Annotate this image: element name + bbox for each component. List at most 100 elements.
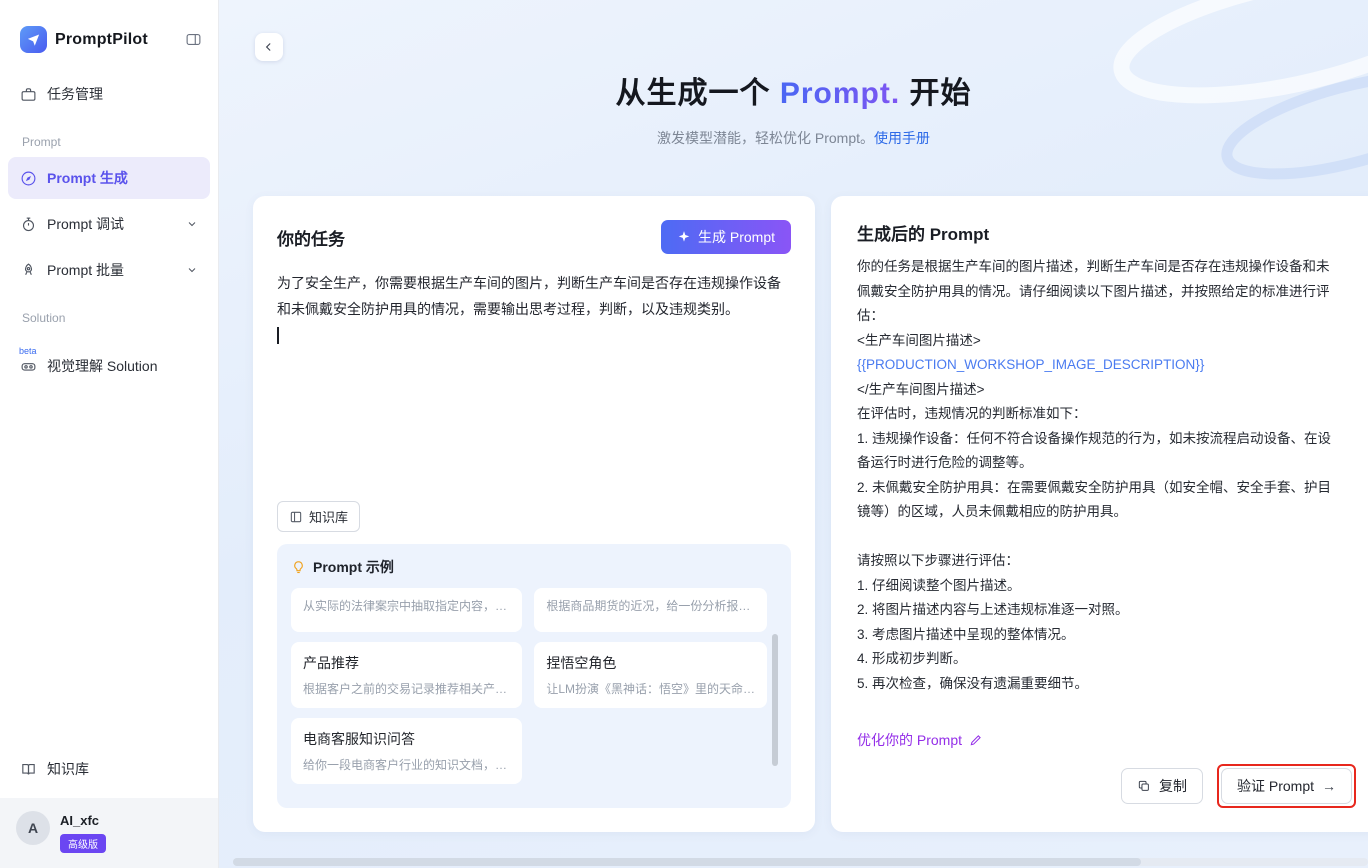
section-label-prompt: Prompt <box>8 119 210 157</box>
optimize-prompt-link[interactable]: 优化你的 Prompt <box>857 730 983 750</box>
generate-prompt-button[interactable]: 生成 Prompt <box>661 220 791 254</box>
prompt-batch-icon <box>20 262 37 279</box>
prompt-line: <生产车间图片描述> <box>857 329 1356 354</box>
example-card[interactable]: 电商客服知识问答 给你一段电商客户行业的知识文档，… <box>291 718 522 784</box>
generate-prompt-label: 生成 Prompt <box>698 227 775 247</box>
copy-icon <box>1137 779 1151 793</box>
prompt-line: 你的任务是根据生产车间的图片描述，判断生产车间是否存在违规操作设备和未 <box>857 255 1356 280</box>
generated-prompt-card: 生成后的 Prompt 你的任务是根据生产车间的图片描述，判断生产车间是否存在违… <box>831 196 1368 832</box>
back-button[interactable] <box>255 33 283 61</box>
chevron-down-icon[interactable] <box>186 218 198 230</box>
verify-prompt-label: 验证 Prompt <box>1237 776 1314 796</box>
app-name: PromptPilot <box>55 31 177 49</box>
panel-toggle-icon[interactable] <box>185 31 202 48</box>
subtitle-text: 激发模型潜能，轻松优化 Prompt。 <box>657 130 874 146</box>
example-card[interactable]: 根据商品期货的近况，给一份分析报… <box>534 588 767 632</box>
text-cursor <box>277 327 279 344</box>
title-suffix: 开始 <box>900 77 971 110</box>
result-actions: 复制 验证 Prompt → <box>857 764 1356 808</box>
example-card[interactable]: 从实际的法律案宗中抽取指定内容，… <box>291 588 522 632</box>
example-desc: 从实际的法律案宗中抽取指定内容，… <box>303 597 510 614</box>
nav-label: 视觉理解 Solution <box>47 356 157 376</box>
nav-label: Prompt 生成 <box>47 168 128 188</box>
main-area: 从生成一个 Prompt. 开始 激发模型潜能，轻松优化 Prompt。使用手册… <box>219 0 1368 868</box>
horizontal-scrollbar[interactable] <box>233 858 1368 866</box>
nav-label: 知识库 <box>47 759 89 779</box>
sidebar-item-knowledge-base[interactable]: 知识库 <box>8 748 210 790</box>
vision-icon <box>20 358 37 375</box>
sidebar-bottom: 知识库 A AI_xfc 高级版 <box>0 748 218 868</box>
example-title: 电商客服知识问答 <box>303 729 510 749</box>
chevron-down-icon[interactable] <box>186 264 198 276</box>
avatar: A <box>16 811 50 845</box>
prompt-generate-icon <box>20 170 37 187</box>
copy-button[interactable]: 复制 <box>1121 768 1203 804</box>
page-subtitle: 激发模型潜能，轻松优化 Prompt。使用手册 <box>219 128 1368 148</box>
examples-title: Prompt 示例 <box>313 557 394 577</box>
sparkle-icon <box>677 230 691 244</box>
chevron-left-icon <box>262 40 276 54</box>
prompt-line: 1. 违规操作设备：任何不符合设备操作规范的行为，如未按流程启动设备、在设 <box>857 427 1356 452</box>
prompt-line: 4. 形成初步判断。 <box>857 647 1356 672</box>
task-card-header: 你的任务 生成 Prompt <box>277 220 791 254</box>
sidebar-item-prompt-generate[interactable]: Prompt 生成 <box>8 157 210 199</box>
prompt-line: </生产车间图片描述> <box>857 378 1356 403</box>
prompt-line: 2. 将图片描述内容与上述违规标准逐一对照。 <box>857 598 1356 623</box>
task-input[interactable]: 为了安全生产，你需要根据生产车间的图片，判断生产车间是否存在违规操作设备和未佩戴… <box>277 270 791 322</box>
example-desc: 根据商品期货的近况，给一份分析报… <box>546 597 755 614</box>
vision-icon-wrap: beta <box>20 358 37 375</box>
sidebar-item-task-management[interactable]: 任务管理 <box>8 73 210 115</box>
sidebar-nav: 任务管理 Prompt Prompt 生成 Prompt 调试 Prompt 批… <box>0 73 218 391</box>
plan-badge: 高级版 <box>60 834 106 853</box>
prompt-line: 3. 考虑图片描述中呈现的整体情况。 <box>857 623 1356 648</box>
section-label-solution: Solution <box>8 295 210 333</box>
prompt-placeholder-variable: {{PRODUCTION_WORKSHOP_IMAGE_DESCRIPTION}… <box>857 353 1356 378</box>
user-section[interactable]: A AI_xfc 高级版 <box>0 798 218 868</box>
sidebar-header: PromptPilot <box>0 0 218 73</box>
page-title: 从生成一个 Prompt. 开始 <box>219 68 1368 112</box>
generated-prompt-text: 你的任务是根据生产车间的图片描述，判断生产车间是否存在违规操作设备和未 佩戴安全… <box>857 255 1356 696</box>
example-title: 产品推荐 <box>303 653 510 673</box>
prompt-debug-icon <box>20 216 37 233</box>
sidebar-item-prompt-debug[interactable]: Prompt 调试 <box>8 203 210 245</box>
title-highlight: Prompt. <box>780 77 900 110</box>
prompt-line: 5. 再次检查，确保没有遗漏重要细节。 <box>857 672 1356 697</box>
examples-scrollbar[interactable] <box>772 634 778 766</box>
examples-header: Prompt 示例 <box>291 557 779 577</box>
task-card: 你的任务 生成 Prompt 为了安全生产，你需要根据生产车间的图片，判断生产车… <box>253 196 815 832</box>
examples-scroll-area: 从实际的法律案宗中抽取指定内容，… 根据商品期货的近况，给一份分析报… 产品推荐… <box>291 588 779 798</box>
example-card[interactable]: 捏悟空角色 让LM扮演《黑神话：悟空》里的天命… <box>534 642 767 708</box>
nav-label: Prompt 调试 <box>47 214 124 234</box>
prompt-line: 估： <box>857 304 1356 329</box>
sidebar-item-prompt-batch[interactable]: Prompt 批量 <box>8 249 210 291</box>
optimize-prompt-label: 优化你的 Prompt <box>857 730 962 750</box>
prompt-line: 镜等）的区域，人员未佩戴相应的防护用具。 <box>857 500 1356 525</box>
knowledge-base-chip[interactable]: 知识库 <box>277 501 360 532</box>
manual-link[interactable]: 使用手册 <box>874 130 930 146</box>
verify-prompt-button[interactable]: 验证 Prompt → <box>1221 768 1352 804</box>
sidebar-item-vision-solution[interactable]: beta 视觉理解 Solution <box>8 345 210 387</box>
copy-button-label: 复制 <box>1159 776 1187 796</box>
prompt-line: 佩戴安全防护用具的情况。请仔细阅读以下图片描述，并按照给定的标准进行评 <box>857 280 1356 305</box>
app-root: PromptPilot 任务管理 Prompt Prompt 生成 Prompt… <box>0 0 1368 868</box>
prompt-line <box>857 525 1356 550</box>
example-card[interactable]: 产品推荐 根据客户之前的交易记录推荐相关产… <box>291 642 522 708</box>
horizontal-scrollbar-thumb[interactable] <box>233 858 1141 866</box>
examples-grid: 从实际的法律案宗中抽取指定内容，… 根据商品期货的近况，给一份分析报… 产品推荐… <box>291 588 767 784</box>
annotation-highlight: 验证 Prompt → <box>1217 764 1356 808</box>
book-icon <box>20 761 37 778</box>
app-logo-icon <box>20 26 47 53</box>
arrow-right-icon: → <box>1322 778 1336 794</box>
hero-header: 从生成一个 Prompt. 开始 激发模型潜能，轻松优化 Prompt。使用手册 <box>219 0 1368 148</box>
knowledge-chip-label: 知识库 <box>309 507 348 526</box>
example-desc: 给你一段电商客户行业的知识文档，… <box>303 756 510 773</box>
prompt-line: 2. 未佩戴安全防护用具：在需要佩戴安全防护用具（如安全帽、安全手套、护目 <box>857 476 1356 501</box>
user-info: AI_xfc 高级版 <box>60 811 106 853</box>
briefcase-icon <box>20 86 37 103</box>
lightbulb-icon <box>291 560 306 575</box>
pencil-icon <box>969 733 983 747</box>
nav-label: 任务管理 <box>47 84 103 104</box>
knowledge-chip-icon <box>289 510 303 524</box>
example-desc: 根据客户之前的交易记录推荐相关产… <box>303 680 510 697</box>
prompt-examples-panel: Prompt 示例 从实际的法律案宗中抽取指定内容，… 根据商品期货的近况，给一… <box>277 544 791 808</box>
